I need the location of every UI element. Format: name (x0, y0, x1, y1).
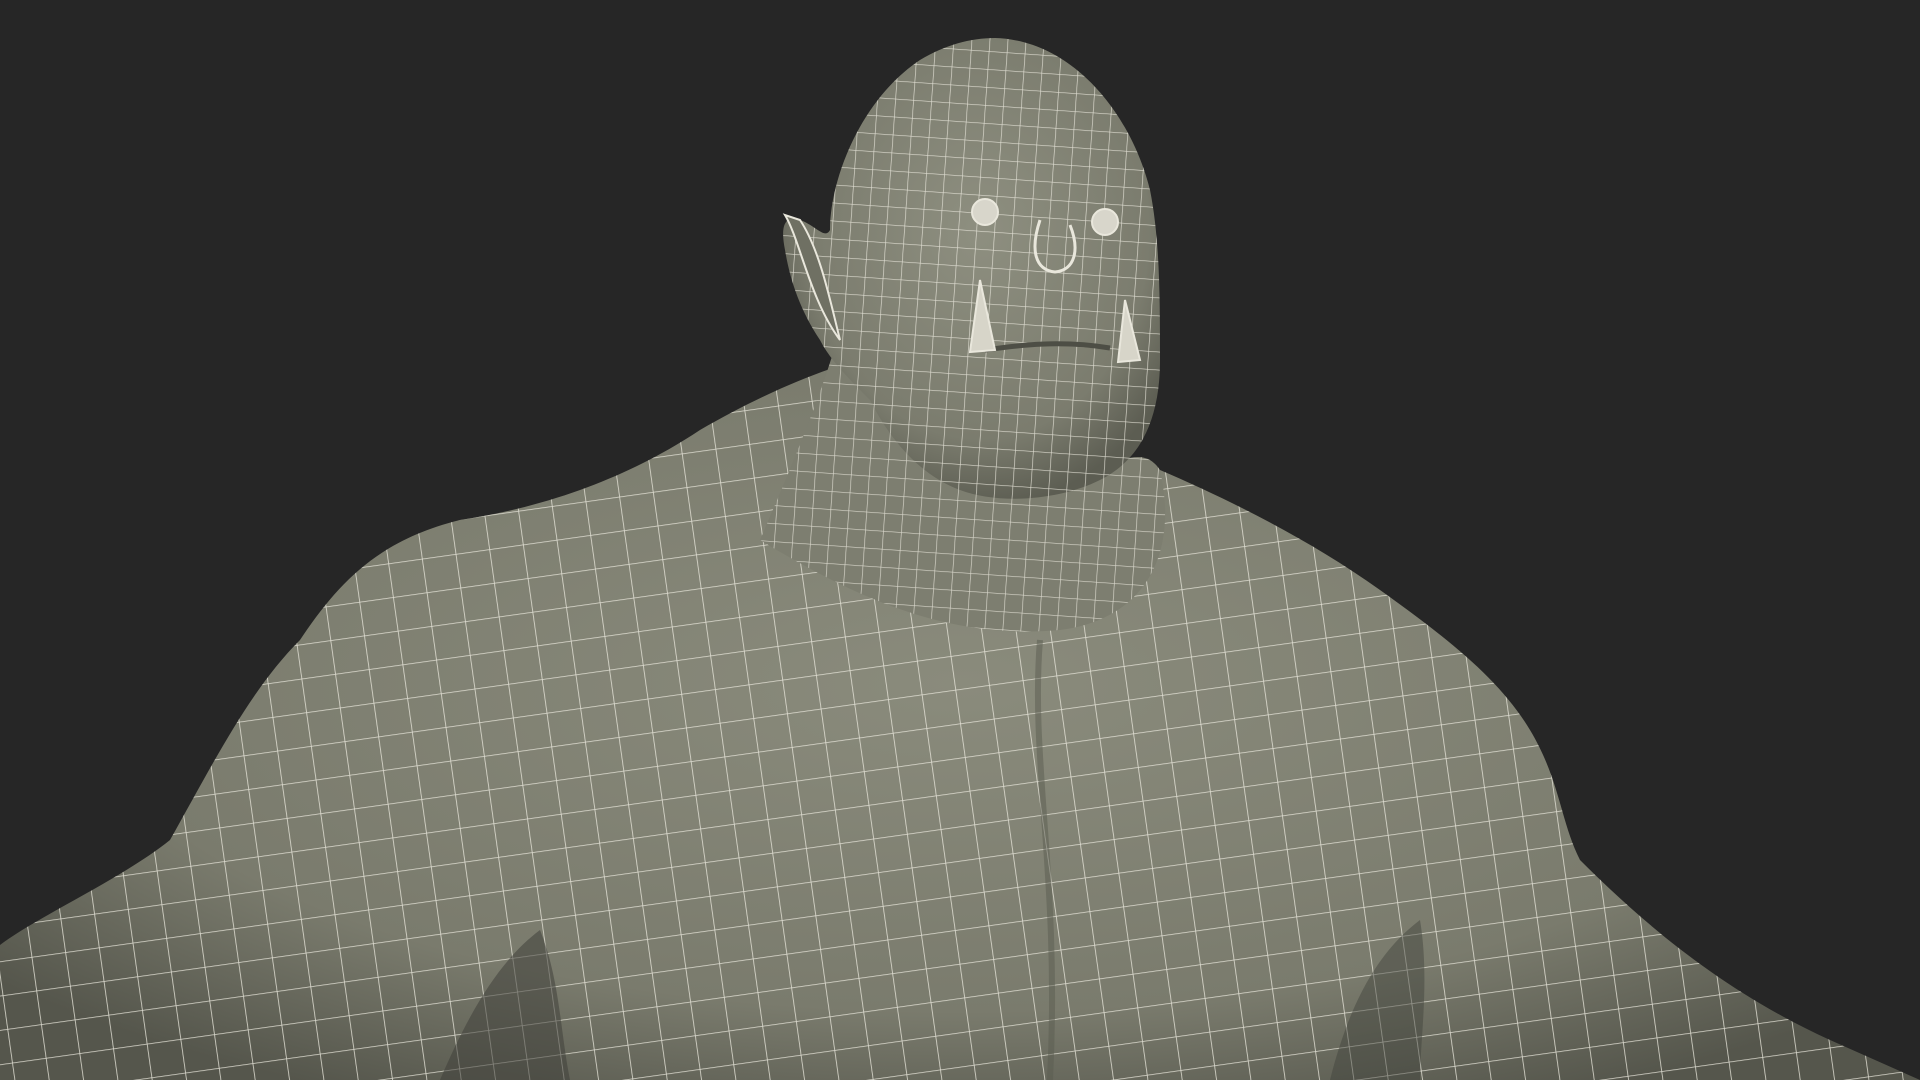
viewport (0, 0, 1920, 1080)
left-eye (971, 198, 999, 226)
right-eye (1091, 208, 1119, 236)
wireframe-render (0, 0, 1920, 1080)
